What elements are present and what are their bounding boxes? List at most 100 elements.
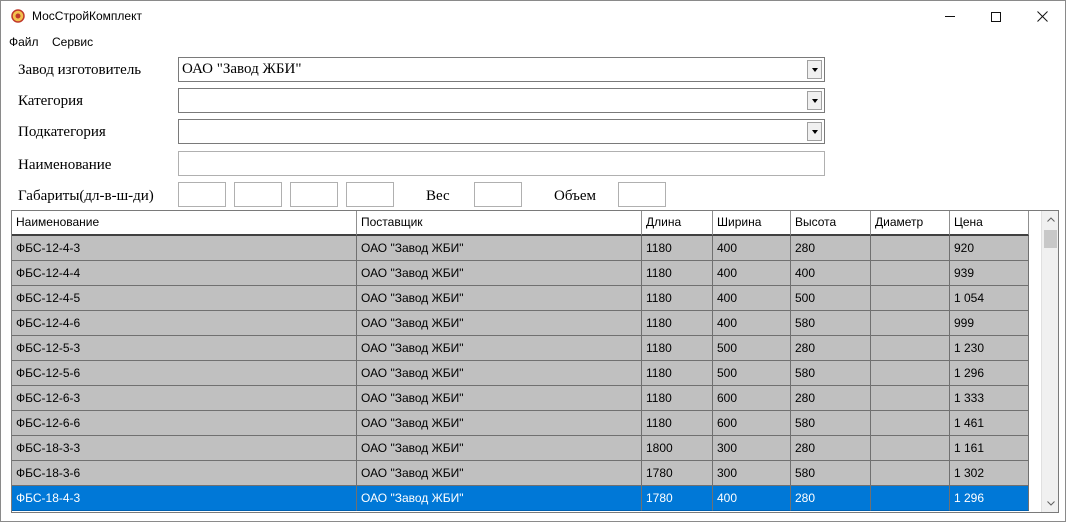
cell-length[interactable]: 1180 [642, 236, 713, 261]
table-row[interactable]: ФБС-12-4-6 ОАО "Завод ЖБИ" 1180 400 580 999 [12, 311, 1029, 336]
weight-input[interactable] [474, 182, 522, 207]
category-dropdown-button[interactable] [807, 91, 822, 110]
name-input[interactable] [178, 151, 825, 176]
column-header-height[interactable]: Высота [791, 211, 871, 236]
maximize-button[interactable] [973, 1, 1019, 32]
cell-height[interactable]: 500 [791, 286, 871, 311]
cell-price[interactable]: 920 [950, 236, 1029, 261]
cell-price[interactable]: 1 230 [950, 336, 1029, 361]
cell-supplier[interactable]: ОАО "Завод ЖБИ" [357, 236, 642, 261]
cell-length[interactable]: 1180 [642, 336, 713, 361]
column-header-name[interactable]: Наименование [12, 211, 357, 236]
column-header-supplier[interactable]: Поставщик [357, 211, 642, 236]
width-input[interactable] [290, 182, 338, 207]
cell-diameter[interactable] [871, 236, 950, 261]
manufacturer-select[interactable]: ОАО "Завод ЖБИ" [178, 57, 825, 82]
cell-name[interactable]: ФБС-18-3-6 [12, 461, 357, 486]
cell-width[interactable]: 600 [713, 386, 791, 411]
cell-diameter[interactable] [871, 386, 950, 411]
cell-length[interactable]: 1180 [642, 411, 713, 436]
cell-width[interactable]: 400 [713, 261, 791, 286]
subcategory-select[interactable] [178, 119, 825, 144]
cell-diameter[interactable] [871, 311, 950, 336]
cell-height[interactable]: 580 [791, 361, 871, 386]
cell-price[interactable]: 939 [950, 261, 1029, 286]
cell-name[interactable]: ФБС-12-6-3 [12, 386, 357, 411]
cell-supplier[interactable]: ОАО "Завод ЖБИ" [357, 461, 642, 486]
category-select[interactable] [178, 88, 825, 113]
cell-diameter[interactable] [871, 436, 950, 461]
manufacturer-dropdown-button[interactable] [807, 60, 822, 79]
cell-width[interactable]: 400 [713, 286, 791, 311]
column-header-width[interactable]: Ширина [713, 211, 791, 236]
cell-diameter[interactable] [871, 486, 950, 511]
cell-name[interactable]: ФБС-18-4-3 [12, 486, 357, 511]
cell-height[interactable]: 580 [791, 311, 871, 336]
cell-width[interactable]: 400 [713, 311, 791, 336]
cell-height[interactable]: 400 [791, 261, 871, 286]
cell-width[interactable]: 300 [713, 461, 791, 486]
cell-length[interactable]: 1180 [642, 361, 713, 386]
cell-diameter[interactable] [871, 411, 950, 436]
cell-width[interactable]: 400 [713, 236, 791, 261]
cell-width[interactable]: 400 [713, 486, 791, 511]
subcategory-dropdown-button[interactable] [807, 122, 822, 141]
cell-diameter[interactable] [871, 361, 950, 386]
table-row[interactable]: ФБС-18-3-3 ОАО "Завод ЖБИ" 1800 300 280 1 161 [12, 436, 1029, 461]
scroll-down-button[interactable] [1042, 495, 1058, 512]
cell-length[interactable]: 1780 [642, 486, 713, 511]
cell-width[interactable]: 500 [713, 361, 791, 386]
cell-supplier[interactable]: ОАО "Завод ЖБИ" [357, 436, 642, 461]
cell-length[interactable]: 1180 [642, 261, 713, 286]
table-row[interactable]: ФБС-12-6-6 ОАО "Завод ЖБИ" 1180 600 580 1 461 [12, 411, 1029, 436]
cell-price[interactable]: 1 333 [950, 386, 1029, 411]
cell-height[interactable]: 280 [791, 436, 871, 461]
cell-diameter[interactable] [871, 261, 950, 286]
table-row[interactable]: ФБС-12-6-3 ОАО "Завод ЖБИ" 1180 600 280 1 333 [12, 386, 1029, 411]
cell-name[interactable]: ФБС-12-5-6 [12, 361, 357, 386]
table-row[interactable]: ФБС-18-4-3 ОАО "Завод ЖБИ" 1780 400 280 1 296 [12, 486, 1029, 511]
menu-service[interactable]: Сервис [52, 35, 93, 49]
cell-price[interactable]: 1 461 [950, 411, 1029, 436]
cell-height[interactable]: 280 [791, 336, 871, 361]
close-button[interactable] [1019, 1, 1065, 32]
products-grid[interactable]: Наименование Поставщик Длина Ширина Высо… [11, 210, 1059, 513]
cell-height[interactable]: 280 [791, 486, 871, 511]
table-row[interactable]: ФБС-12-5-6 ОАО "Завод ЖБИ" 1180 500 580 1 296 [12, 361, 1029, 386]
cell-width[interactable]: 500 [713, 336, 791, 361]
cell-length[interactable]: 1780 [642, 461, 713, 486]
cell-price[interactable]: 1 296 [950, 361, 1029, 386]
table-row[interactable]: ФБС-12-4-3 ОАО "Завод ЖБИ" 1180 400 280 920 [12, 236, 1029, 261]
cell-name[interactable]: ФБС-12-5-3 [12, 336, 357, 361]
cell-height[interactable]: 280 [791, 236, 871, 261]
minimize-button[interactable] [927, 1, 973, 32]
cell-price[interactable]: 999 [950, 311, 1029, 336]
table-row[interactable]: ФБС-18-3-6 ОАО "Завод ЖБИ" 1780 300 580 1 302 [12, 461, 1029, 486]
cell-supplier[interactable]: ОАО "Завод ЖБИ" [357, 311, 642, 336]
cell-length[interactable]: 1180 [642, 311, 713, 336]
cell-length[interactable]: 1800 [642, 436, 713, 461]
cell-supplier[interactable]: ОАО "Завод ЖБИ" [357, 336, 642, 361]
cell-height[interactable]: 580 [791, 411, 871, 436]
cell-diameter[interactable] [871, 286, 950, 311]
cell-diameter[interactable] [871, 461, 950, 486]
table-row[interactable]: ФБС-12-5-3 ОАО "Завод ЖБИ" 1180 500 280 1 230 [12, 336, 1029, 361]
column-header-price[interactable]: Цена [950, 211, 1029, 236]
cell-price[interactable]: 1 054 [950, 286, 1029, 311]
cell-name[interactable]: ФБС-12-4-3 [12, 236, 357, 261]
cell-supplier[interactable]: ОАО "Завод ЖБИ" [357, 361, 642, 386]
column-header-diameter[interactable]: Диаметр [871, 211, 950, 236]
cell-length[interactable]: 1180 [642, 386, 713, 411]
cell-name[interactable]: ФБС-12-6-6 [12, 411, 357, 436]
cell-supplier[interactable]: ОАО "Завод ЖБИ" [357, 486, 642, 511]
table-row[interactable]: ФБС-12-4-5 ОАО "Завод ЖБИ" 1180 400 500 1 054 [12, 286, 1029, 311]
cell-name[interactable]: ФБС-12-4-5 [12, 286, 357, 311]
cell-supplier[interactable]: ОАО "Завод ЖБИ" [357, 386, 642, 411]
cell-supplier[interactable]: ОАО "Завод ЖБИ" [357, 261, 642, 286]
cell-width[interactable]: 600 [713, 411, 791, 436]
scrollbar-thumb[interactable] [1044, 230, 1057, 248]
vertical-scrollbar[interactable] [1041, 211, 1058, 512]
cell-height[interactable]: 280 [791, 386, 871, 411]
diameter-input[interactable] [346, 182, 394, 207]
cell-price[interactable]: 1 302 [950, 461, 1029, 486]
